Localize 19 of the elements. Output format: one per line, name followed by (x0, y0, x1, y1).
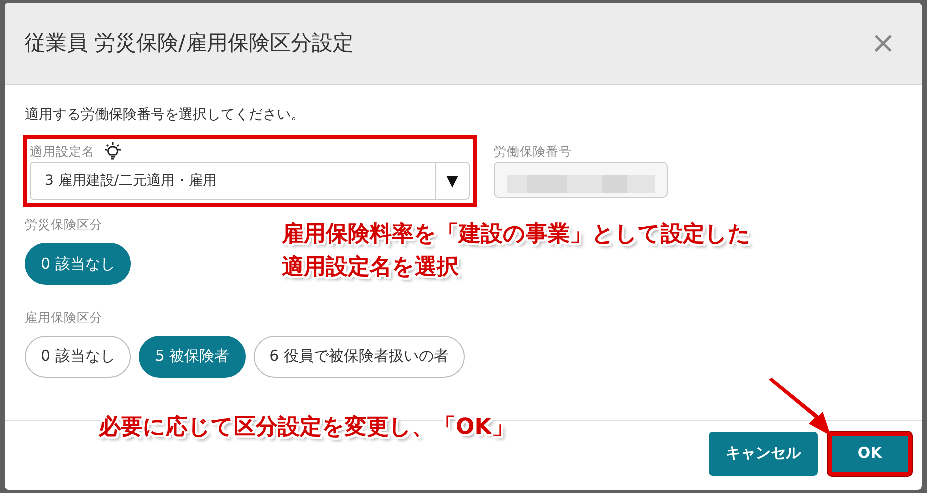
setting-select[interactable]: 3 雇用建設/二元適用・雇用 ▼ (30, 162, 470, 200)
close-button[interactable]: × (866, 28, 900, 58)
annotation-text: 雇用保険料率を「建設の事業」として設定した (282, 220, 751, 249)
ok-button[interactable]: OK (828, 432, 912, 476)
dialog-title: 従業員 労災保険/雇用保険区分設定 (25, 30, 354, 57)
group-label: 雇用保険区分 (25, 308, 103, 327)
lightbulb-icon (103, 142, 123, 162)
option-pill[interactable]: 6 役員で被保険者扱いの者 (254, 336, 465, 378)
option-pill[interactable]: 5 被保険者 (139, 336, 246, 378)
annotation-text: 必要に応じて区分設定を変更し、「OK」 (99, 414, 514, 442)
group-label: 労災保険区分 (25, 216, 103, 234)
annotation-text: 適用設定名を選択 (282, 254, 460, 282)
instruction-text: 適用する労働保険番号を選択してください。 (25, 106, 306, 125)
input-field[interactable] (494, 162, 668, 198)
option-pill[interactable]: 0 該当なし (25, 336, 132, 378)
field-label: 適用設定名 (30, 142, 95, 161)
cancel-button[interactable]: キャンセル (709, 432, 818, 476)
option-pill[interactable]: 0 該当なし (25, 242, 132, 285)
field-label: 労働保険番号 (494, 142, 572, 161)
